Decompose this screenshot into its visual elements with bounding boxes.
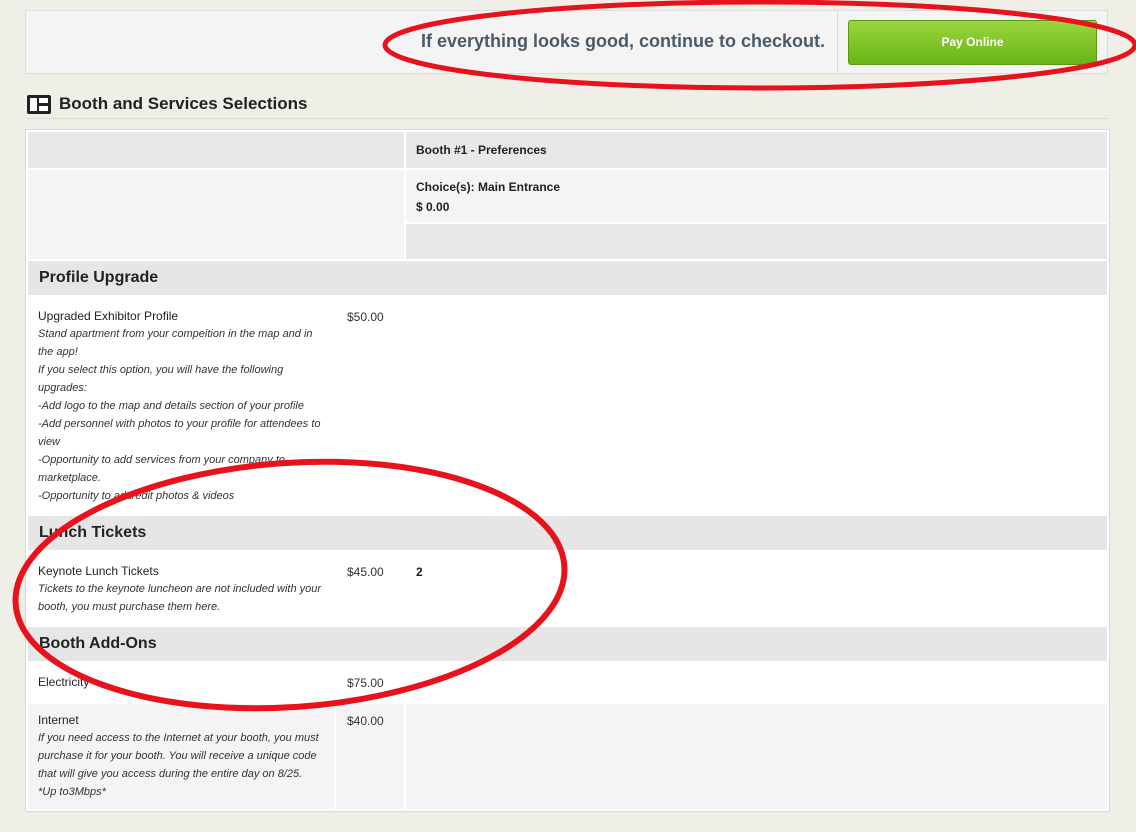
- item-description: Stand apartment from your compeition in …: [38, 325, 338, 505]
- desc-line: If you select this option, you will have…: [38, 364, 284, 376]
- item-quantity: 2: [416, 565, 423, 579]
- item-name: Upgraded Exhibitor Profile: [38, 309, 179, 323]
- desc-line: -Opportunity to add/edit photos & videos: [38, 490, 235, 502]
- category-title: Lunch Tickets: [39, 524, 147, 541]
- checkout-message: If everything looks good, continue to ch…: [420, 31, 825, 51]
- item-price: $40.00: [347, 714, 384, 728]
- booth-price: $ 0.00: [416, 200, 450, 214]
- booth-footer: [406, 224, 1107, 259]
- booth-choice: Choice(s): Main Entrance: [416, 180, 561, 194]
- desc-line: booth, you must purchase them here.: [38, 601, 221, 613]
- desc-line: Stand apartment from your compeition in …: [38, 328, 313, 340]
- desc-line: view: [38, 436, 61, 448]
- desc-line: the app!: [38, 346, 78, 358]
- booth-header: Booth #1 - Preferences: [406, 132, 1107, 168]
- desc-line: If you need access to the Internet at yo…: [38, 732, 319, 744]
- selections-table: Booth #1 - Preferences Choice(s): Main E…: [25, 129, 1110, 812]
- desc-line: Tickets to the keynote luncheon are not …: [38, 583, 322, 595]
- booth-header-blank: [28, 132, 404, 168]
- booth-choice-cell: Choice(s): Main Entrance $ 0.00: [406, 170, 1107, 222]
- category-lunch-tickets: Lunch Tickets: [28, 516, 1107, 550]
- category-booth-addons: Booth Add-Ons: [28, 627, 1107, 661]
- section-header: Booth and Services Selections: [27, 94, 1108, 119]
- desc-line: *Up to3Mbps*: [38, 786, 106, 798]
- item-name: Internet: [38, 713, 79, 727]
- desc-line: marketplace.: [38, 472, 101, 484]
- category-profile-upgrade: Profile Upgrade: [28, 261, 1107, 295]
- internet-extra-bg: [406, 704, 1107, 809]
- desc-line: that will give you access during the ent…: [38, 768, 303, 780]
- item-price: $45.00: [347, 565, 384, 579]
- desc-line: purchase it for your booth. You will rec…: [38, 750, 317, 762]
- layout-icon: [27, 95, 51, 114]
- item-description: Tickets to the keynote luncheon are not …: [38, 580, 338, 616]
- item-electricity: Electricity: [38, 673, 89, 691]
- item-name: Keynote Lunch Tickets: [38, 564, 159, 578]
- checkout-bar: If everything looks good, continue to ch…: [25, 10, 1108, 74]
- category-title: Profile Upgrade: [39, 269, 159, 286]
- item-price: $75.00: [347, 676, 384, 690]
- desc-line: upgrades:: [38, 382, 87, 394]
- item-profile: Upgraded Exhibitor Profile Stand apartme…: [38, 307, 338, 505]
- item-price: $50.00: [347, 310, 384, 324]
- item-lunch: Keynote Lunch Tickets Tickets to the key…: [38, 562, 338, 616]
- pay-online-button[interactable]: Pay Online: [848, 20, 1097, 65]
- desc-line: -Add logo to the map and details section…: [38, 400, 304, 412]
- booth-left-blank: [28, 170, 404, 259]
- item-name: Electricity: [38, 675, 90, 689]
- divider: [837, 11, 838, 73]
- desc-line: -Opportunity to add services from your c…: [38, 454, 285, 466]
- category-title: Booth Add-Ons: [39, 635, 157, 652]
- item-internet: Internet If you need access to the Inter…: [38, 711, 338, 801]
- desc-line: -Add personnel with photos to your profi…: [38, 418, 321, 430]
- section-title: Booth and Services Selections: [59, 94, 308, 113]
- item-description: If you need access to the Internet at yo…: [38, 729, 338, 801]
